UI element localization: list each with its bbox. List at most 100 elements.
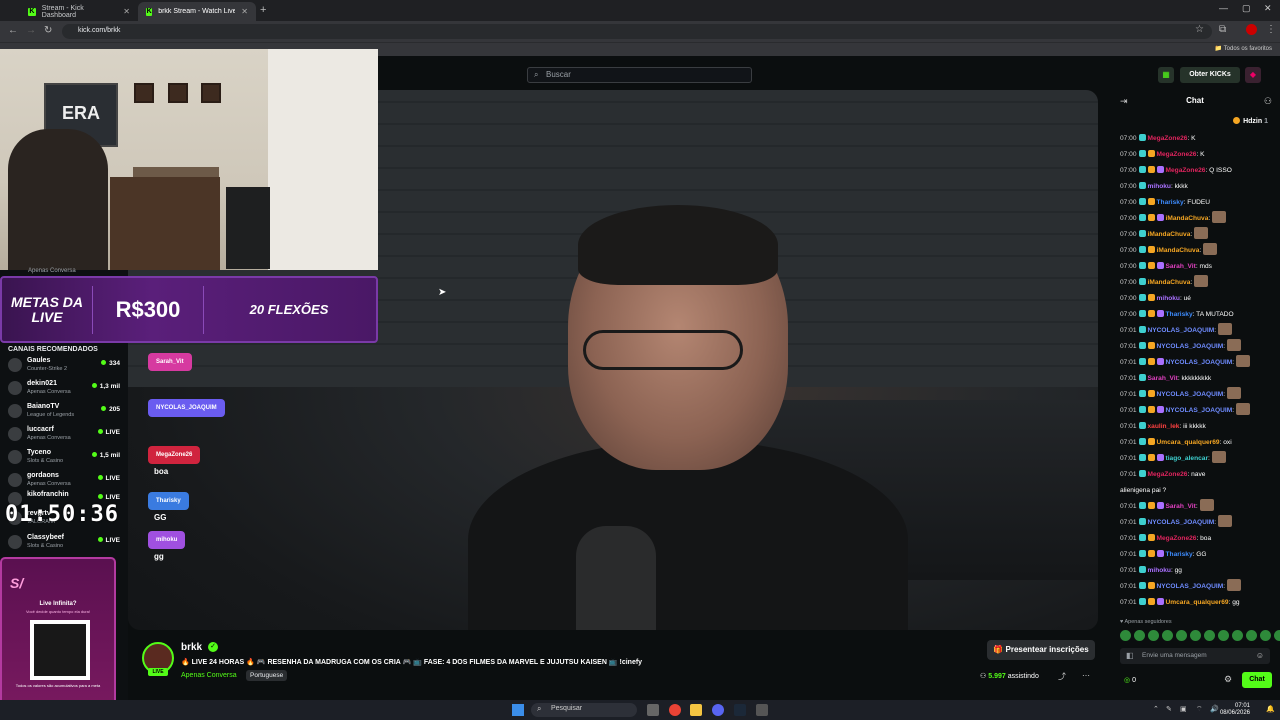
tray-app-icon[interactable]: ▣ [1180, 705, 1187, 713]
chat-username[interactable]: Sarah_Vit [1166, 263, 1196, 270]
chat-users-icon[interactable]: ⚇ [1264, 96, 1272, 107]
emote-icon[interactable] [1176, 630, 1187, 641]
volume-icon[interactable]: 🔊 [1210, 705, 1219, 713]
pinned-user[interactable]: Hdzin 1 [1233, 117, 1268, 125]
emote-icon[interactable] [1260, 630, 1271, 641]
chat-username[interactable]: iMandaChuva [1148, 279, 1191, 286]
minimize-icon[interactable]: — [1219, 3, 1228, 13]
share-icon[interactable]: ⤴ [1058, 671, 1066, 682]
chat-username[interactable]: mihoku [1148, 183, 1171, 190]
chat-message-input[interactable]: ◧ Envie uma mensagem ☺ [1120, 648, 1270, 664]
file-explorer-icon[interactable] [690, 704, 702, 716]
emote-icon[interactable] [1120, 630, 1131, 641]
chat-username[interactable]: Tharisky [1157, 199, 1184, 206]
close-tab-icon[interactable]: ✕ [241, 7, 248, 16]
maximize-icon[interactable]: ▢ [1242, 3, 1251, 14]
send-chat-button[interactable]: Chat [1242, 672, 1272, 688]
menu-kebab-icon[interactable]: ⋮ [1266, 24, 1276, 35]
close-window-icon[interactable]: ✕ [1264, 3, 1272, 14]
overlay-chat-message: boa [154, 467, 169, 476]
channel-name[interactable]: brkk [181, 642, 202, 653]
forward-icon[interactable]: → [26, 25, 36, 36]
emoji-picker-icon[interactable]: ☺ [1256, 651, 1264, 660]
chat-username[interactable]: MegaZone26 [1166, 167, 1206, 174]
chat-username[interactable]: iMandaChuva [1166, 215, 1209, 222]
emote-icon[interactable] [1274, 630, 1280, 641]
chat-username[interactable]: NYCOLAS_JOAQUIM [1157, 343, 1224, 350]
chat-username[interactable]: NYCOLAS_JOAQUIM [1148, 519, 1215, 526]
user-avatar[interactable]: ◆ [1245, 67, 1261, 83]
emote-icon[interactable] [1204, 630, 1215, 641]
channel-points[interactable]: ◎ 0 [1124, 676, 1136, 684]
chat-username[interactable]: MegaZone26 [1157, 535, 1197, 542]
close-tab-icon[interactable]: ✕ [123, 7, 130, 16]
reload-icon[interactable]: ↻ [44, 25, 52, 36]
browser-tab[interactable]: K Stream - Kick Dashboard ✕ [20, 2, 138, 21]
chat-username[interactable]: NYCOLAS_JOAQUIM [1157, 583, 1224, 590]
emote-icon[interactable] [1246, 630, 1257, 641]
steam-icon[interactable] [734, 704, 746, 716]
chat-username[interactable]: Tharisky [1166, 551, 1193, 558]
more-options-icon[interactable]: ⋯ [1082, 671, 1090, 680]
new-tab-icon[interactable]: + [260, 4, 266, 16]
chat-username[interactable]: NYCOLAS_JOAQUIM [1157, 391, 1224, 398]
emote-icon[interactable] [1218, 630, 1229, 641]
tray-chevron-icon[interactable]: ⌃ [1153, 705, 1159, 713]
emote-quick-bar[interactable] [1120, 630, 1280, 641]
wifi-icon[interactable]: ⌔ [1196, 705, 1203, 714]
language-tag[interactable]: Portuguese [246, 670, 288, 681]
taskbar-clock[interactable]: 07:01 08/06/2026 [1220, 703, 1250, 717]
taskbar-search[interactable]: ⌕ Pesquisar [531, 703, 637, 717]
recommended-channel[interactable]: Classybeef Slots & Casino LIVE [8, 533, 120, 551]
emote-icon[interactable] [1148, 630, 1159, 641]
back-icon[interactable]: ← [8, 25, 18, 36]
emote-icon[interactable] [1134, 630, 1145, 641]
chat-username[interactable]: mihoku [1148, 567, 1171, 574]
chat-username[interactable]: MegaZone26 [1148, 471, 1188, 478]
emote-icon[interactable] [1190, 630, 1201, 641]
chat-username[interactable]: NYCOLAS_JOAQUIM [1166, 407, 1233, 414]
chat-username[interactable]: iMandaChuva [1157, 247, 1200, 254]
url-field[interactable]: kick.com/brkk [62, 24, 1212, 39]
emote-icon[interactable] [1232, 630, 1243, 641]
chat-username[interactable]: MegaZone26 [1157, 151, 1197, 158]
browser-tab-active[interactable]: K brkk Stream - Watch Live on Kic ✕ [138, 2, 256, 21]
tray-pen-icon[interactable]: ✎ [1166, 705, 1172, 713]
task-view-icon[interactable] [647, 704, 659, 716]
kicks-store-icon[interactable]: ▦ [1158, 67, 1174, 83]
discord-icon[interactable] [712, 704, 724, 716]
stream-category-link[interactable]: Apenas Conversa [181, 672, 237, 679]
chat-username[interactable]: NYCOLAS_JOAQUIM [1166, 359, 1233, 366]
chat-badge-icon [1147, 406, 1155, 413]
chat-settings-icon[interactable]: ⚙ [1224, 674, 1232, 685]
chrome-icon[interactable] [669, 704, 681, 716]
recommended-channel[interactable]: dekin021 Apenas Conversa 1,3 mil [8, 379, 120, 397]
notifications-icon[interactable]: 🔔 [1266, 705, 1275, 713]
recommended-channel[interactable]: gordaons Apenas Conversa LIVE [8, 471, 120, 489]
gift-subs-button[interactable]: 🎁 Presentear inscrições [987, 640, 1095, 660]
all-bookmarks-link[interactable]: 📁 Todos os favoritos [1215, 45, 1272, 52]
calculator-icon[interactable] [756, 704, 768, 716]
windows-start-icon[interactable] [512, 704, 524, 716]
profile-avatar[interactable] [1246, 24, 1257, 35]
chat-username[interactable]: MegaZone26 [1148, 135, 1188, 142]
chat-username[interactable]: xaulin_lek [1148, 423, 1180, 430]
chat-username[interactable]: tiago_alencar [1166, 455, 1209, 462]
extensions-icon[interactable]: ⧉ [1219, 24, 1226, 35]
recommended-channel[interactable]: Tyceno Slots & Casino 1,5 mil [8, 448, 120, 466]
chat-username[interactable]: Umcara_qualquer69 [1166, 599, 1229, 606]
chat-username[interactable]: iMandaChuva [1148, 231, 1191, 238]
chat-username[interactable]: Sarah_Vit [1166, 503, 1196, 510]
recommended-channel[interactable]: luccacrf Apenas Conversa LIVE [8, 425, 120, 443]
emote-icon[interactable] [1162, 630, 1173, 641]
bookmark-star-icon[interactable]: ☆ [1195, 24, 1204, 35]
search-input[interactable]: ⌕ Buscar [527, 67, 752, 83]
chat-username[interactable]: Tharisky [1166, 311, 1193, 318]
get-kicks-button[interactable]: Obter KICKs [1180, 67, 1240, 83]
chat-username[interactable]: mihoku [1157, 295, 1180, 302]
chat-username[interactable]: Sarah_Vit [1148, 375, 1178, 382]
chat-username[interactable]: Umcara_qualquer69 [1157, 439, 1220, 446]
chat-username[interactable]: NYCOLAS_JOAQUIM [1148, 327, 1215, 334]
recommended-channel[interactable]: Gaules Counter-Strike 2 334 [8, 356, 120, 374]
recommended-channel[interactable]: BaianoTV League of Legends 205 [8, 402, 120, 420]
